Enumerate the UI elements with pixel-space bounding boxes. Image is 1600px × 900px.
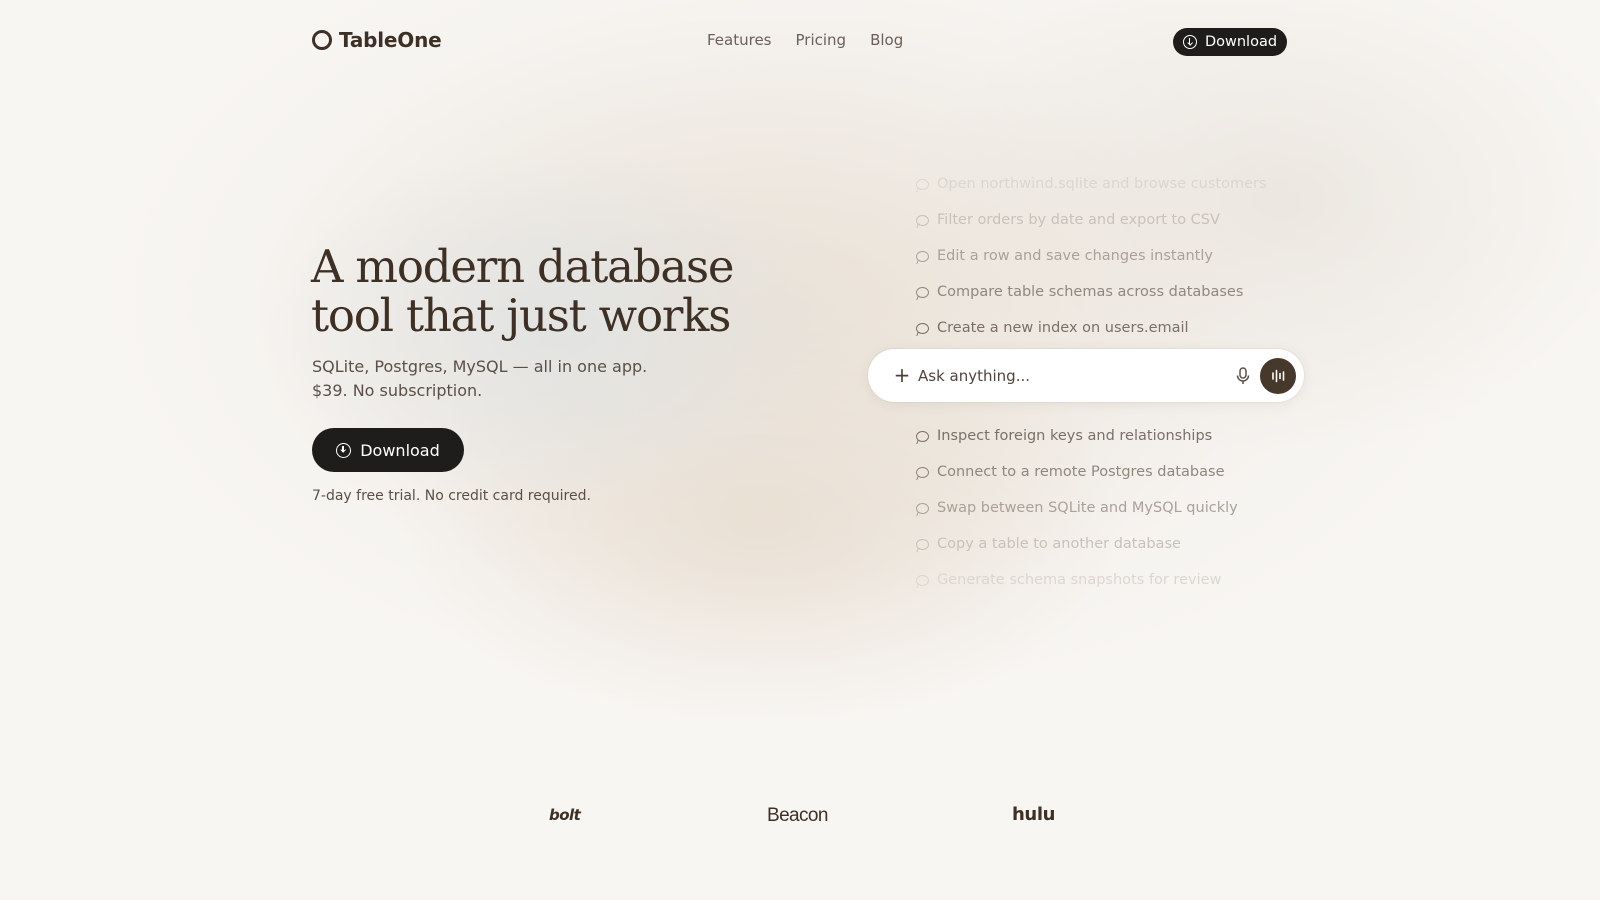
chat-bubble-icon: [916, 574, 929, 586]
suggestion-item[interactable]: Generate schema snapshots for review: [916, 562, 1316, 598]
customer-logo-beacon: Beacon: [767, 805, 828, 826]
suggestion-item[interactable]: Connect to a remote Postgres database: [916, 454, 1316, 490]
download-circle-icon: [336, 442, 352, 458]
main-nav: Features Pricing Blog: [707, 31, 903, 49]
suggestion-item[interactable]: Swap between SQLite and MySQL quickly: [916, 490, 1316, 526]
download-circle-icon: [1182, 35, 1197, 49]
suggestion-text: Open northwind.sqlite and browse custome…: [937, 176, 1267, 192]
chat-bubble-icon: [916, 286, 929, 298]
header-download-button[interactable]: Download: [1173, 28, 1287, 56]
customer-logo-bolt: bolt: [549, 806, 581, 824]
brand-name: TableOne: [339, 28, 442, 52]
hero-subtitle: SQLite, Postgres, MySQL — all in one app…: [312, 355, 732, 403]
hero-title: A modern database tool that just works: [311, 240, 735, 342]
chat-bubble-icon: [916, 178, 929, 190]
suggestion-item[interactable]: Create a new index on users.email: [916, 310, 1316, 346]
suggestion-item[interactable]: Filter orders by date and export to CSV: [916, 202, 1316, 238]
chat-bubble-icon: [916, 466, 929, 478]
hero-download-label: Download: [360, 440, 440, 460]
suggestion-item[interactable]: Open northwind.sqlite and browse custome…: [916, 166, 1316, 202]
trial-note: 7-day free trial. No credit card require…: [312, 488, 591, 504]
suggestion-text: Create a new index on users.email: [937, 320, 1189, 336]
suggestion-text: Connect to a remote Postgres database: [937, 464, 1225, 480]
suggestion-text: Compare table schemas across databases: [937, 284, 1244, 300]
chat-bubble-icon: [916, 502, 929, 514]
suggestion-item[interactable]: Edit a row and save changes instantly: [916, 238, 1316, 274]
brand-logo[interactable]: TableOne: [312, 28, 442, 52]
logo-ring-icon: [312, 30, 332, 50]
chat-bubble-icon: [916, 538, 929, 550]
hero-download-button[interactable]: Download: [312, 428, 464, 472]
voice-mode-button[interactable]: [1260, 358, 1296, 394]
hero-subtitle-line-2: $39. No subscription.: [312, 381, 483, 400]
landing-page: TableOne Features Pricing Blog Download …: [0, 0, 1600, 900]
microphone-icon[interactable]: [1234, 366, 1252, 386]
suggestion-text: Swap between SQLite and MySQL quickly: [937, 500, 1238, 516]
chat-bubble-icon: [916, 322, 929, 334]
suggestion-text: Edit a row and save changes instantly: [937, 248, 1213, 264]
suggestion-list-bottom: Inspect foreign keys and relationships C…: [916, 418, 1316, 598]
suggestion-item[interactable]: Compare table schemas across databases: [916, 274, 1316, 310]
suggestion-text: Filter orders by date and export to CSV: [937, 212, 1220, 228]
chat-bubble-icon: [916, 214, 929, 226]
chat-bubble-icon: [916, 250, 929, 262]
suggestion-list-top: Open northwind.sqlite and browse custome…: [916, 166, 1316, 346]
ask-bar: +: [868, 349, 1304, 402]
nav-link-pricing[interactable]: Pricing: [796, 31, 847, 49]
plus-icon[interactable]: +: [892, 365, 912, 385]
chat-bubble-icon: [916, 430, 929, 442]
nav-link-features[interactable]: Features: [707, 31, 772, 49]
customer-logo-hulu: hulu: [1012, 804, 1056, 825]
suggestion-item[interactable]: Inspect foreign keys and relationships: [916, 418, 1316, 454]
suggestion-text: Inspect foreign keys and relationships: [937, 428, 1213, 444]
suggestion-text: Generate schema snapshots for review: [937, 572, 1222, 588]
suggestion-item[interactable]: Copy a table to another database: [916, 526, 1316, 562]
hero-subtitle-line-1: SQLite, Postgres, MySQL — all in one app…: [312, 357, 648, 376]
header-download-label: Download: [1204, 34, 1278, 50]
voice-waveform-icon: [1272, 369, 1285, 383]
nav-link-blog[interactable]: Blog: [870, 31, 903, 49]
ask-input[interactable]: [918, 363, 1208, 389]
suggestion-text: Copy a table to another database: [937, 536, 1181, 552]
